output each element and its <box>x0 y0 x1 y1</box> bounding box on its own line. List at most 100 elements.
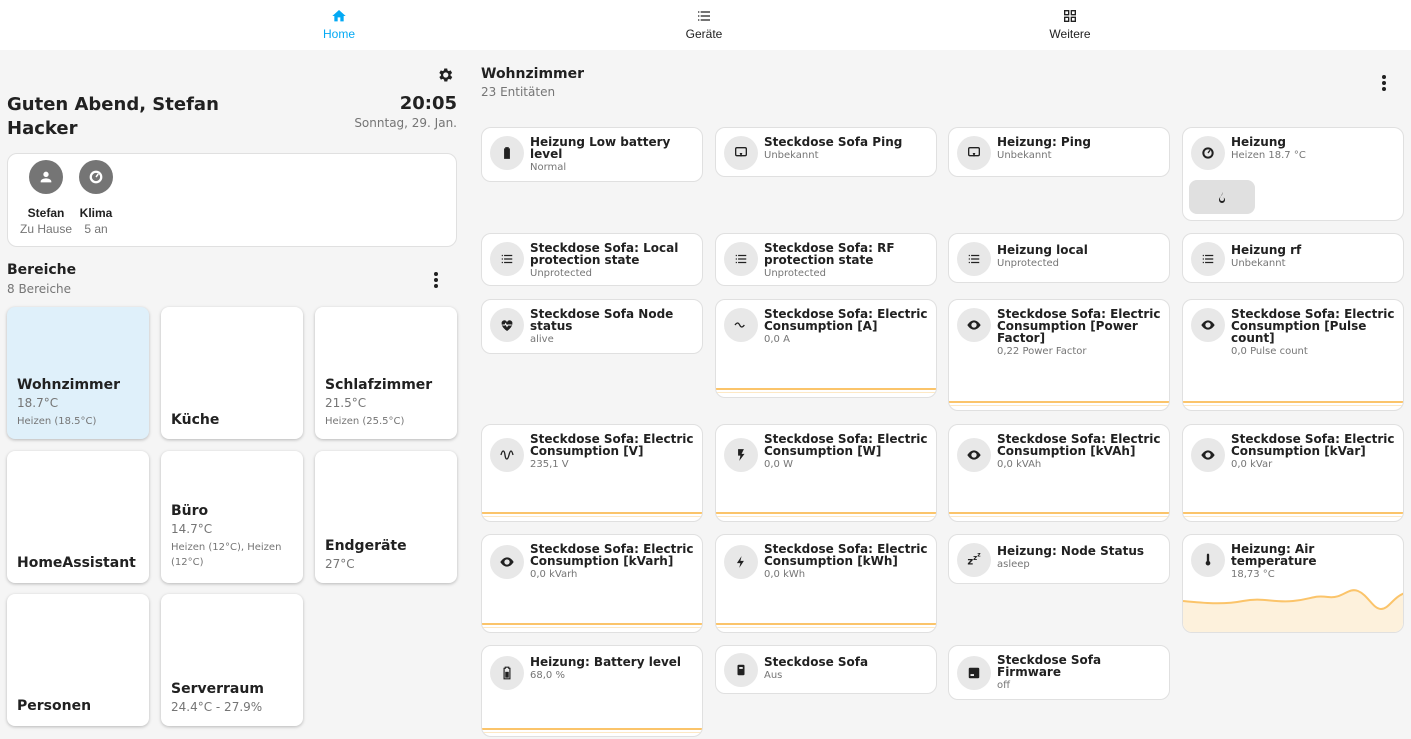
greeting: Guten Abend, Stefan Hacker <box>7 94 219 139</box>
eye-icon <box>957 438 991 472</box>
tile-consumption-kvah[interactable]: Steckdose Sofa: Electric Consumption [kV… <box>948 424 1170 522</box>
sensor-graph-line <box>482 728 702 730</box>
area-card-wohnzimmer[interactable]: Wohnzimmer 18.7°C Heizen (18.5°C) <box>7 307 149 439</box>
tile-name: Steckdose Sofa: Electric Consumption [Po… <box>997 307 1161 345</box>
tile-steckdose-local-protection[interactable]: Steckdose Sofa: Local protection state Un… <box>481 233 703 286</box>
tile-name: Steckdose Sofa: RF protection state <box>764 241 895 267</box>
gear-icon[interactable] <box>436 66 454 84</box>
plug-icon <box>724 653 758 687</box>
tile-state: 0,0 kVar <box>1231 459 1273 470</box>
tile-consumption-power-factor[interactable]: Steckdose Sofa: Electric Consumption [Po… <box>948 299 1170 411</box>
areas-more-icon[interactable] <box>427 271 445 289</box>
tile-state: alive <box>530 334 554 345</box>
tab-weitere[interactable]: Weitere <box>1010 8 1130 41</box>
tile-state: Unbekannt <box>997 150 1052 161</box>
area-card-homeassistant[interactable]: HomeAssistant <box>7 451 149 583</box>
area-card-buero[interactable]: Büro 14.7°C Heizen (12°C), Heizen (12°C) <box>161 451 303 583</box>
sensor-graph-line <box>482 512 702 514</box>
tile-name: Heizung: Battery level <box>530 655 682 669</box>
tile-consumption-pulse-count[interactable]: Steckdose Sofa: Electric Consumption [Pu… <box>1182 299 1404 411</box>
tile-consumption-a[interactable]: Steckdose Sofa: Electric Consumption [A]… <box>715 299 937 398</box>
area-card-kueche[interactable]: Küche <box>161 307 303 439</box>
tile-state: 0,0 kVarh <box>530 569 578 580</box>
tile-state: 0,0 W <box>764 459 793 470</box>
tile-name: Heizung: Air temperature <box>1231 542 1317 568</box>
tile-consumption-kwh[interactable]: Steckdose Sofa: Electric Consumption [kW… <box>715 534 937 633</box>
tile-state: Unbekannt <box>764 150 819 161</box>
area-temperature: 21.5°C <box>325 396 367 410</box>
tile-state: Unbekannt <box>1231 258 1286 269</box>
thermostat-icon <box>89 170 103 184</box>
area-heating: Heizen (18.5°C) <box>17 416 97 427</box>
tab-home[interactable]: Home <box>279 8 399 41</box>
sensor-graph-fill <box>716 392 936 393</box>
tile-name: Steckdose Sofa: Electric Consumption [kV… <box>1231 432 1395 458</box>
tab-weitere-label: Weitere <box>1049 27 1091 41</box>
tile-name: Heizung: Ping <box>997 135 1091 149</box>
area-name: Büro <box>171 503 209 519</box>
clock: 20:05 <box>399 93 457 114</box>
tile-heizung-rf[interactable]: Heizung rf Unbekannt <box>1182 233 1404 283</box>
sleep-icon: zzz <box>957 543 991 577</box>
sensor-graph-fill <box>1183 405 1403 406</box>
sensor-graph-fill <box>949 516 1169 517</box>
tile-steckdose-sofa-firmware[interactable]: Steckdose Sofa Firmware off <box>948 645 1170 700</box>
tile-steckdose-rf-protection[interactable]: Steckdose Sofa: RF protection state Unpro… <box>715 233 937 286</box>
tile-steckdose-node-status[interactable]: Steckdose Sofa Node status alive <box>481 299 703 354</box>
eye-icon <box>490 545 524 579</box>
person-name: Klima <box>79 206 113 220</box>
area-name: Serverraum <box>171 681 264 697</box>
tile-state: Unprotected <box>530 268 593 279</box>
area-card-personen[interactable]: Personen <box>7 594 149 726</box>
tile-state: 0,0 kWh <box>764 569 806 580</box>
grid-icon <box>1064 10 1076 22</box>
top-navigation: Home Geräte Weitere <box>0 0 1411 50</box>
area-card-endgeraete[interactable]: Endgeräte 27°C <box>315 451 457 583</box>
sensor-graph-line <box>1183 512 1403 514</box>
tile-heizung-node-status[interactable]: zzz Heizung: Node Status asleep <box>948 534 1170 584</box>
tile-heizung-local[interactable]: Heizung local Unprotected <box>948 233 1170 283</box>
sensor-graph-fill <box>716 516 936 517</box>
tile-heizung-ping[interactable]: Heizung: Ping Unbekannt <box>948 127 1170 177</box>
tile-heizung-climate[interactable]: Heizung Heizen 18.7 °C <box>1182 127 1404 221</box>
home-icon <box>332 10 346 22</box>
area-card-serverraum[interactable]: Serverraum 24.4°C - 27.9% <box>161 594 303 726</box>
tile-name: Heizung rf <box>1231 243 1302 257</box>
tile-name: Steckdose Sofa <box>764 655 869 669</box>
sensor-graph-line <box>716 512 936 514</box>
tile-consumption-kvarh[interactable]: Steckdose Sofa: Electric Consumption [kV… <box>481 534 703 633</box>
tab-geraete[interactable]: Geräte <box>644 8 764 41</box>
room-title: Wohnzimmer <box>481 66 585 82</box>
flame-icon <box>1219 192 1225 203</box>
flash-icon <box>724 545 758 579</box>
battery-icon <box>490 656 524 690</box>
sensor-graph-line <box>716 623 936 625</box>
tile-consumption-w[interactable]: Steckdose Sofa: Electric Consumption [W]… <box>715 424 937 522</box>
area-name: Küche <box>171 412 220 428</box>
tile-steckdose-sofa[interactable]: Steckdose Sofa Aus <box>715 645 937 694</box>
sensor-graph-line <box>716 388 936 390</box>
tile-name: Steckdose Sofa: Electric Consumption [W] <box>764 432 928 458</box>
tile-name: Heizung Low battery level <box>530 135 671 161</box>
area-card-schlafzimmer[interactable]: Schlafzimmer 21.5°C Heizen (25.5°C) <box>315 307 457 439</box>
heat-mode-button[interactable] <box>1189 180 1255 214</box>
tile-name: Steckdose Sofa: Electric Consumption [kV… <box>997 432 1161 458</box>
tile-consumption-kvar[interactable]: Steckdose Sofa: Electric Consumption [kV… <box>1182 424 1404 522</box>
area-temperature: 14.7°C <box>171 522 213 536</box>
sensor-graph-fill <box>482 732 702 733</box>
sensor-graph-line <box>949 512 1169 514</box>
areas-subtitle: 8 Bereiche <box>7 282 72 296</box>
room-more-icon[interactable] <box>1375 74 1393 92</box>
area-heating: Heizen (12°C), Heizen (12°C) <box>171 542 282 568</box>
area-temperature: 27°C <box>325 557 355 571</box>
tile-steckdose-sofa-ping[interactable]: Steckdose Sofa Ping Unbekannt <box>715 127 937 177</box>
eye-icon <box>957 308 991 342</box>
list-icon <box>490 242 524 276</box>
person-klima[interactable]: Klima 5 an <box>66 160 126 236</box>
tile-heizung-air-temperature[interactable]: Heizung: Air temperature 18,73 °C <box>1182 534 1404 633</box>
sensor-graph-fill <box>716 627 936 628</box>
tile-heizung-battery-level[interactable]: Heizung: Battery level 68,0 % <box>481 645 703 737</box>
tile-consumption-v[interactable]: Steckdose Sofa: Electric Consumption [V]… <box>481 424 703 522</box>
tile-heizung-low-battery[interactable]: Heizung Low battery level Normal <box>481 127 703 182</box>
person-icon <box>40 171 52 183</box>
